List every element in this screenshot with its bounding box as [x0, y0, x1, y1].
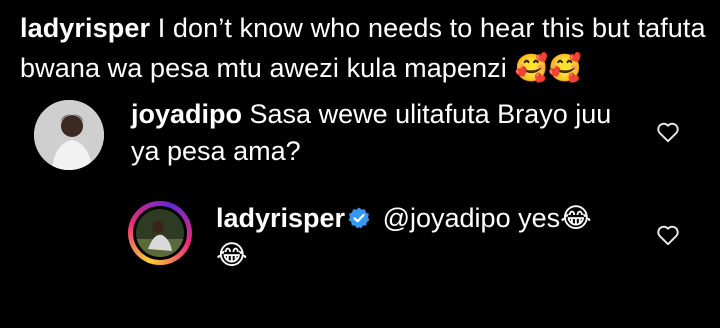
mention-link[interactable]: @joyadipo	[383, 203, 511, 233]
heart-outline-icon[interactable]	[655, 222, 681, 248]
comment-emoji-trailing: 😂	[216, 240, 248, 271]
comment-body: ladyrisper @joyadipo yes😂 😂	[216, 200, 636, 274]
avatar-photo-icon	[34, 100, 104, 170]
post-caption: ladyrisper I don’t know who needs to hea…	[20, 8, 710, 89]
comment-username[interactable]: joyadipo	[131, 99, 242, 129]
comment-text: yes	[518, 203, 561, 233]
heart-outline-icon[interactable]	[655, 119, 681, 145]
verified-badge-icon	[348, 207, 370, 229]
avatar[interactable]	[34, 100, 104, 170]
caption-emojis: 🥰🥰	[514, 53, 582, 84]
comment-body: joyadipo Sasa wewe ulitafuta Brayo juu y…	[131, 96, 631, 170]
avatar[interactable]	[133, 206, 187, 260]
avatar-photo-icon	[136, 209, 184, 257]
caption-username[interactable]: ladyrisper	[20, 13, 150, 43]
comment-username[interactable]: ladyrisper	[216, 203, 345, 233]
comment-emoji-inline: 😂	[560, 203, 592, 234]
